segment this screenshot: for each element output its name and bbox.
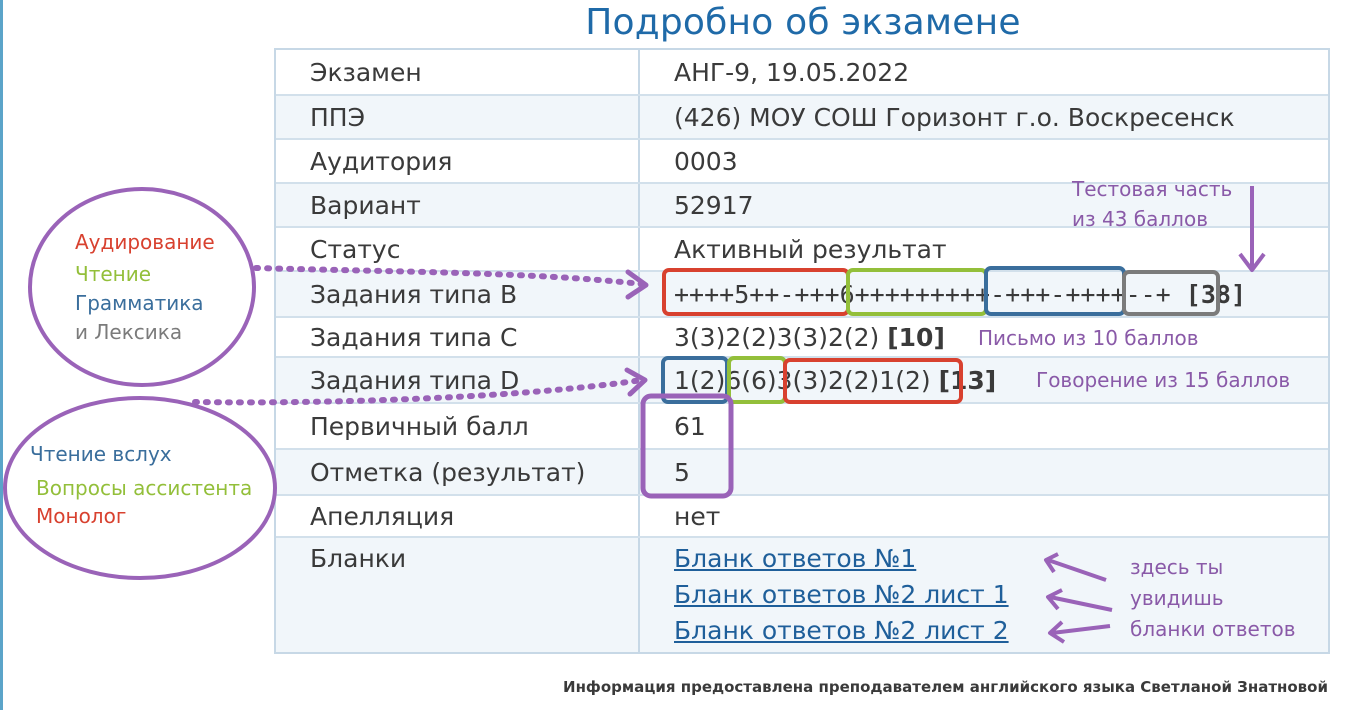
footer-credit: Информация предоставлена преподавателем … <box>563 678 1328 696</box>
row-label: Первичный балл <box>276 404 640 448</box>
row-label: Бланки <box>276 538 640 652</box>
annotation-grammar: Грамматика <box>75 291 204 315</box>
annotation-reading: Чтение <box>75 262 152 286</box>
row-value: 0003 <box>674 146 738 176</box>
row-value: (426) МОУ СОШ Горизонт г.о. Воскресенск <box>674 102 1235 132</box>
table-row-grade: Отметка (результат) 5 <box>276 450 1328 496</box>
row-label: ППЭ <box>276 96 640 138</box>
row-value: 61 <box>674 411 706 441</box>
blank-2-sheet-1-link[interactable]: Бланк ответов №2 лист 1 <box>674 580 1009 609</box>
tasks-b-score: [38] <box>1185 279 1247 309</box>
table-row-exam: Экзамен АНГ-9, 19.05.2022 <box>276 50 1328 96</box>
annotation-test-part-1: Тестовая часть <box>1072 177 1233 201</box>
sections-b-circle <box>28 187 256 387</box>
row-label: Задания типа C <box>276 318 640 356</box>
row-value: АНГ-9, 19.05.2022 <box>674 57 910 87</box>
tasks-b-grammar: ++-+++-+ <box>960 279 1081 309</box>
row-label: Вариант <box>276 184 640 226</box>
row-value: 5 <box>674 457 690 487</box>
blank-2-sheet-2-link[interactable]: Бланк ответов №2 лист 2 <box>674 616 1009 645</box>
table-row-status: Статус Активный результат <box>276 228 1328 272</box>
annotation-reading-aloud: Чтение вслух <box>30 442 172 466</box>
table-row-primary-score: Первичный балл 61 <box>276 404 1328 450</box>
tasks-d-questions: 6(6) <box>725 365 777 395</box>
annotation-assistant-questions: Вопросы ассистента <box>36 476 253 500</box>
row-label: Аудитория <box>276 140 640 182</box>
tasks-b-listening: ++++5++-+++ <box>674 279 840 309</box>
page-title: Подробно об экзамене <box>585 2 1021 43</box>
row-value: ++++5++-+++ 6+++++++ ++-+++-+ +++--+ [38] <box>640 272 1328 316</box>
row-label: Задания типа D <box>276 358 640 402</box>
annotation-blanks-3: бланки ответов <box>1130 617 1296 641</box>
row-label: Задания типа B <box>276 272 640 316</box>
tasks-d-monologue: 3(3)2(2)1(2) <box>776 365 931 395</box>
annotation-letter: Письмо из 10 баллов <box>978 326 1199 350</box>
left-edge-stripe <box>0 0 3 710</box>
tasks-d-score: [13] <box>938 365 997 395</box>
row-value: Активный результат <box>674 234 947 264</box>
row-label: Апелляция <box>276 496 640 536</box>
annotation-speaking: Говорение из 15 баллов <box>1036 368 1291 392</box>
table-row-tasks-b: Задания типа B ++++5++-+++ 6+++++++ ++-+++… <box>276 272 1328 318</box>
tasks-b-vocabulary: +++--+ <box>1080 279 1171 309</box>
annotation-listening: Аудирование <box>75 230 215 254</box>
annotation-monologue: Монолог <box>36 504 127 528</box>
row-label: Статус <box>276 228 640 270</box>
row-value: нет <box>674 501 721 531</box>
annotation-vocabulary: и Лексика <box>75 320 183 344</box>
tasks-c-value: 3(3)2(2)3(3)2(2) <box>674 322 880 352</box>
annotation-test-part-2: из 43 баллов <box>1072 207 1208 231</box>
row-label: Отметка (результат) <box>276 450 640 494</box>
tasks-b-reading: 6+++++++ <box>839 279 960 309</box>
table-row-appeal: Апелляция нет <box>276 496 1328 538</box>
row-label: Экзамен <box>276 50 640 94</box>
annotation-blanks-1: здесь ты <box>1130 555 1224 579</box>
blank-1-link[interactable]: Бланк ответов №1 <box>674 544 916 573</box>
annotation-blanks-2: увидишь <box>1130 586 1224 610</box>
tasks-c-score: [10] <box>887 322 945 352</box>
table-row-ppe: ППЭ (426) МОУ СОШ Горизонт г.о. Воскресе… <box>276 96 1328 140</box>
tasks-d-reading-aloud: 1(2) <box>674 365 726 395</box>
